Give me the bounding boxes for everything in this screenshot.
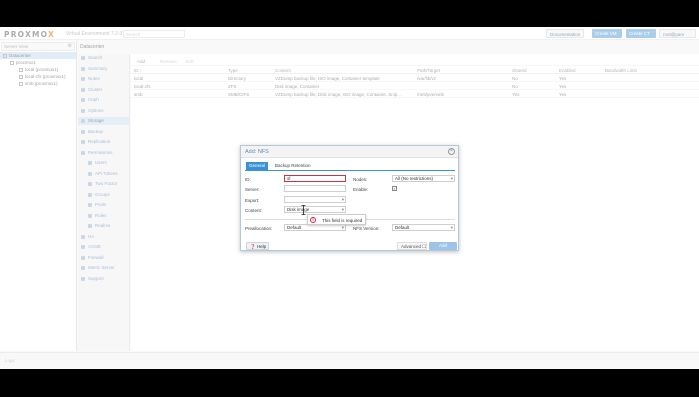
nodes-value: All (No restrictions) — [395, 176, 434, 181]
tooltip-text: This field is required — [322, 218, 363, 223]
tab-backup-retention[interactable]: Backup Retention — [272, 162, 314, 170]
content-select[interactable]: Disk image ▾ — [284, 206, 346, 213]
preallocation-value: Default — [287, 225, 302, 230]
checkbox-icon: ☐ — [422, 244, 427, 249]
text-cursor-icon — [301, 205, 306, 215]
export-label: Export: — [245, 198, 260, 203]
proxmox-screen: PROXMOX Virtual Environment 7.2-3 Search… — [0, 27, 699, 369]
help-label: Help — [256, 244, 267, 249]
chevron-down-icon: ▾ — [341, 225, 344, 230]
enable-label: Enable: — [353, 187, 369, 192]
dialog-title: Add: NFS — [245, 149, 269, 155]
server-field[interactable] — [284, 185, 346, 192]
content-label: Content: — [245, 208, 263, 213]
id-field[interactable]: sf — [284, 175, 346, 182]
add-button[interactable]: Add — [429, 242, 457, 250]
nfs-version-value: Default — [395, 225, 410, 230]
preallocation-select[interactable]: Default ▾ — [284, 224, 346, 231]
nfs-version-select[interactable]: Default ▾ — [392, 224, 455, 231]
advanced-label: Advanced — [401, 244, 422, 249]
nfs-version-label: NFS Version: — [353, 226, 380, 231]
close-icon[interactable]: × — [448, 148, 455, 155]
nodes-label: Nodes: — [353, 177, 368, 182]
tab-underline — [245, 170, 455, 171]
tab-general[interactable]: General — [246, 162, 269, 170]
dialog-title-bar[interactable]: Add: NFS × — [241, 146, 458, 158]
preallocation-label: Preallocation: — [245, 226, 273, 231]
nodes-select[interactable]: All (No restrictions) ▾ — [392, 175, 455, 182]
chevron-down-icon: ▾ — [450, 176, 453, 181]
server-label: Server: — [245, 187, 260, 192]
chevron-down-icon: ▾ — [450, 225, 453, 230]
chevron-down-icon: ▾ — [341, 197, 344, 202]
error-icon: ! — [310, 217, 316, 223]
add-nfs-dialog: Add: NFS × General Backup Retention ID: … — [240, 145, 459, 251]
id-label: ID: — [245, 177, 251, 182]
help-button[interactable]: ❓ Help — [246, 242, 269, 250]
chevron-down-icon: ▾ — [341, 207, 344, 212]
validation-tooltip: ! This field is required — [307, 214, 366, 225]
enable-checkbox[interactable]: ✓ — [392, 186, 397, 191]
advanced-toggle[interactable]: Advanced ☐ — [397, 242, 427, 250]
export-select[interactable]: ▾ — [284, 196, 346, 203]
question-icon: ❓ — [250, 244, 256, 249]
